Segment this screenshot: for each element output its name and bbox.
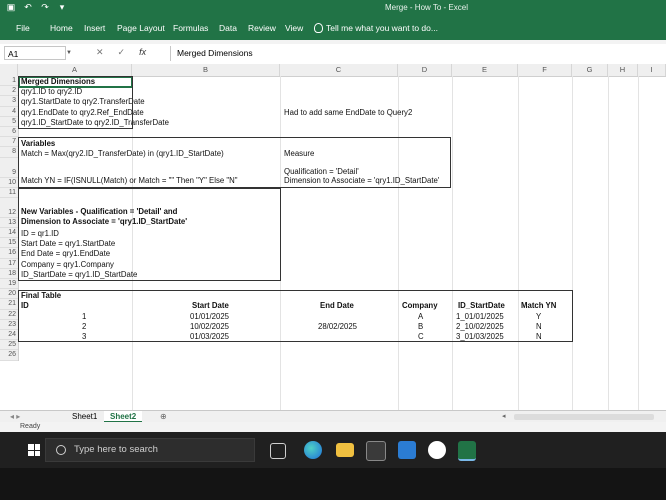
column-header-d[interactable]: D bbox=[398, 64, 452, 76]
tab-view[interactable]: View bbox=[285, 23, 303, 33]
search-icon bbox=[56, 445, 66, 455]
row-header[interactable]: 17 bbox=[0, 259, 18, 269]
tab-review[interactable]: Review bbox=[248, 23, 276, 33]
tab-home[interactable]: Home bbox=[50, 23, 73, 33]
row-header[interactable]: 5 bbox=[0, 117, 18, 127]
bezel bbox=[0, 468, 666, 500]
row-header[interactable]: 19 bbox=[0, 279, 18, 290]
undo-icon[interactable]: ↶ bbox=[23, 2, 33, 12]
formula-bar: A1 ▼ ✕ ✓ fx Merged Dimensions bbox=[0, 44, 666, 65]
row-header[interactable]: 7 bbox=[0, 137, 18, 148]
column-header-b[interactable]: B bbox=[132, 64, 280, 76]
column-header-h[interactable]: H bbox=[608, 64, 638, 76]
row-header[interactable]: 2 bbox=[0, 86, 18, 97]
mail-icon[interactable] bbox=[398, 441, 416, 459]
app-icon[interactable] bbox=[428, 441, 446, 459]
column-header-c[interactable]: C bbox=[280, 64, 398, 76]
row-header[interactable]: 4 bbox=[0, 107, 18, 117]
formula-buttons: ✕ ✓ fx bbox=[96, 47, 146, 58]
column-header-e[interactable]: E bbox=[452, 64, 518, 76]
column-header-a[interactable]: A bbox=[18, 64, 132, 76]
row-header[interactable]: 20 bbox=[0, 289, 18, 300]
select-all-corner[interactable] bbox=[0, 64, 18, 76]
windows-start-icon[interactable] bbox=[28, 444, 40, 456]
formula-input[interactable]: Merged Dimensions bbox=[170, 46, 660, 61]
ribbon-tabs: File Home Insert Page Layout Formulas Da… bbox=[0, 16, 666, 40]
name-box-dropdown-icon[interactable]: ▼ bbox=[66, 50, 72, 56]
cancel-icon[interactable]: ✕ bbox=[96, 47, 104, 58]
row-header[interactable]: 10 bbox=[0, 178, 18, 188]
merged-dimensions-border bbox=[18, 76, 133, 129]
tab-page-layout[interactable]: Page Layout bbox=[117, 23, 165, 33]
quick-access-toolbar: ▣ ↶ ↷ ▾ bbox=[6, 2, 67, 12]
row-header[interactable]: 3 bbox=[0, 96, 18, 107]
row-header[interactable]: 24 bbox=[0, 330, 18, 341]
tell-me-text: Tell me what you want to do... bbox=[326, 23, 438, 33]
title-bar: ▣ ↶ ↷ ▾ Merge - How To - Excel bbox=[0, 0, 666, 16]
tell-me-box[interactable]: Tell me what you want to do... bbox=[314, 23, 438, 33]
redo-icon[interactable]: ↷ bbox=[40, 2, 50, 12]
row-header[interactable]: 18 bbox=[0, 269, 18, 279]
row-header[interactable]: 6 bbox=[0, 127, 18, 138]
row-header[interactable]: 22 bbox=[0, 310, 18, 320]
row-header[interactable]: 15 bbox=[0, 238, 18, 249]
horizontal-scrollbar[interactable] bbox=[514, 414, 654, 420]
edge-browser-icon[interactable] bbox=[304, 441, 322, 459]
task-view-icon[interactable] bbox=[270, 443, 286, 459]
row-header[interactable]: 26 bbox=[0, 350, 18, 361]
row-header[interactable]: 1 bbox=[0, 76, 18, 87]
tab-data[interactable]: Data bbox=[219, 23, 237, 33]
lightbulb-icon bbox=[314, 23, 323, 33]
cell-area[interactable]: Merged Dimensions qry1.ID to qry2.ID qry… bbox=[18, 76, 666, 410]
new-variables-border bbox=[18, 188, 281, 281]
customize-icon[interactable]: ▾ bbox=[57, 2, 67, 12]
excel-window: ▣ ↶ ↷ ▾ Merge - How To - Excel File Home… bbox=[0, 0, 666, 432]
save-icon[interactable]: ▣ bbox=[6, 2, 16, 12]
row-header[interactable]: 14 bbox=[0, 228, 18, 239]
insert-function-icon[interactable]: fx bbox=[139, 47, 146, 58]
status-bar: Ready bbox=[0, 422, 666, 432]
row-header[interactable]: 8 bbox=[0, 147, 18, 158]
column-header-i[interactable]: I bbox=[638, 64, 666, 76]
row-header[interactable]: 25 bbox=[0, 340, 18, 351]
row-header[interactable]: 16 bbox=[0, 248, 18, 259]
column-header-g[interactable]: G bbox=[572, 64, 608, 76]
excel-taskbar-icon[interactable] bbox=[458, 441, 476, 461]
windows-taskbar: Type here to search bbox=[0, 432, 666, 468]
row-header[interactable]: 11 bbox=[0, 188, 18, 198]
row-header[interactable]: 21 bbox=[0, 299, 18, 310]
row-header[interactable]: 9 bbox=[0, 158, 18, 178]
column-header-f[interactable]: F bbox=[518, 64, 572, 76]
final-table-border bbox=[18, 290, 573, 342]
name-box[interactable]: A1 bbox=[4, 46, 66, 60]
spreadsheet-grid[interactable]: A B C D E F G H I 1 2 3 4 5 6 7 8 9 10 11 12 13 14 15 1… bbox=[0, 64, 666, 410]
row-headers: 1 2 3 4 5 6 7 8 9 10 11 12 13 14 15 16 17 18 19 20 21 22 23 24 2… bbox=[0, 76, 19, 361]
file-explorer-icon[interactable] bbox=[336, 443, 354, 457]
tab-insert[interactable]: Insert bbox=[84, 23, 105, 33]
store-icon[interactable] bbox=[366, 441, 386, 461]
variables-border bbox=[18, 137, 451, 188]
hscroll-left-icon[interactable]: ◂ bbox=[502, 412, 506, 420]
tab-file[interactable]: File bbox=[16, 23, 30, 33]
row-header[interactable]: 23 bbox=[0, 320, 18, 330]
row-header[interactable]: 13 bbox=[0, 218, 18, 229]
tab-formulas[interactable]: Formulas bbox=[173, 23, 208, 33]
enter-icon[interactable]: ✓ bbox=[118, 47, 126, 58]
document-title: Merge - How To - Excel bbox=[385, 3, 468, 12]
cell-c4[interactable]: Had to add same EndDate to Query2 bbox=[284, 108, 412, 118]
taskbar-search-box[interactable]: Type here to search bbox=[45, 438, 255, 462]
search-placeholder: Type here to search bbox=[74, 444, 158, 455]
row-header[interactable]: 12 bbox=[0, 198, 18, 218]
